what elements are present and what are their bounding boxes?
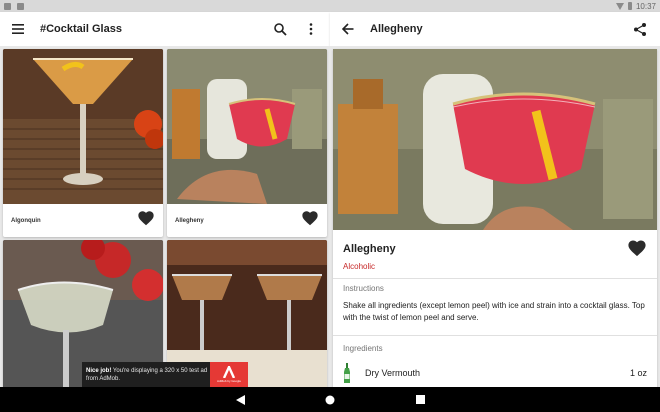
card-caption: Algonquin [3, 204, 163, 237]
nav-home-button[interactable] [320, 390, 340, 410]
nav-back-button[interactable] [230, 390, 250, 410]
app-screen: 10:37 #Cocktail Glass Allegheny Algonqui… [0, 0, 660, 412]
heart-icon [628, 240, 646, 257]
card-name: Algonquin [11, 217, 41, 224]
arrow-back-icon [342, 23, 354, 35]
ad-bold: Nice job! [86, 367, 112, 374]
heart-icon [138, 211, 154, 226]
notification-icon [17, 2, 24, 10]
cocktail-grid: Algonquin Allegheny [0, 46, 330, 387]
bottle-icon [344, 363, 350, 383]
ingredients-heading: Ingredients [343, 344, 383, 353]
instructions-text: Shake all ingredients (except lemon peel… [343, 301, 645, 322]
alcoholic-label: Alcoholic [343, 262, 376, 271]
favorite-button[interactable] [627, 239, 647, 262]
battery-icon [627, 2, 632, 10]
divider [333, 335, 657, 336]
circle-home-icon [325, 395, 335, 404]
menu-button[interactable] [0, 12, 36, 46]
cocktail-photo [167, 49, 327, 204]
search-icon [273, 22, 287, 36]
list-toolbar: #Cocktail Glass [0, 12, 330, 46]
cocktail-card[interactable]: Algonquin [3, 49, 163, 237]
wifi-icon [615, 2, 624, 10]
nav-recents-button[interactable] [410, 390, 430, 410]
detail-card: Allegheny Alcoholic Instructions Shake a… [333, 49, 657, 387]
instructions-heading: Instructions [343, 284, 384, 293]
detail-panel: Allegheny Alcoholic Instructions Shake a… [330, 46, 660, 387]
share-icon [634, 22, 646, 36]
admob-logo: AdMob by Google [210, 362, 248, 387]
status-time: 10:37 [635, 1, 656, 11]
notification-icon [4, 2, 11, 10]
divider [333, 278, 657, 279]
ad-text: Nice job! You're displaying a 320 x 50 t… [82, 367, 210, 383]
admob-icon [222, 366, 236, 378]
back-button[interactable] [330, 12, 366, 46]
ad-logo-caption: AdMob by Google [216, 379, 241, 383]
detail-toolbar-title: Allegheny [370, 23, 423, 35]
detail-toolbar: Allegheny [330, 12, 660, 46]
ad-banner[interactable]: Nice job! You're displaying a 320 x 50 t… [82, 362, 248, 387]
cocktail-photo [3, 49, 163, 204]
menu-icon [12, 24, 24, 34]
favorite-button[interactable] [137, 210, 155, 231]
cocktail-title: Allegheny [343, 243, 396, 255]
status-bar: 10:37 [0, 0, 660, 12]
list-title: #Cocktail Glass [40, 23, 122, 35]
ingredient-name: Dry Vermouth [365, 368, 421, 378]
share-button[interactable] [622, 12, 658, 46]
triangle-back-icon [235, 394, 245, 405]
square-recents-icon [415, 395, 425, 404]
search-button[interactable] [262, 12, 298, 46]
favorite-button[interactable] [301, 210, 319, 231]
card-name: Allegheny [175, 217, 204, 224]
cocktail-hero-image [333, 49, 657, 230]
ingredient-amount: 1 oz [629, 368, 647, 378]
heart-icon [302, 211, 318, 226]
overflow-menu-button[interactable] [298, 12, 324, 46]
more-vert-icon [309, 23, 313, 35]
card-caption: Allegheny [167, 204, 327, 237]
system-nav-bar [0, 387, 660, 412]
cocktail-card[interactable]: Allegheny [167, 49, 327, 237]
ingredient-row: Dry Vermouth 1 oz [333, 361, 657, 385]
